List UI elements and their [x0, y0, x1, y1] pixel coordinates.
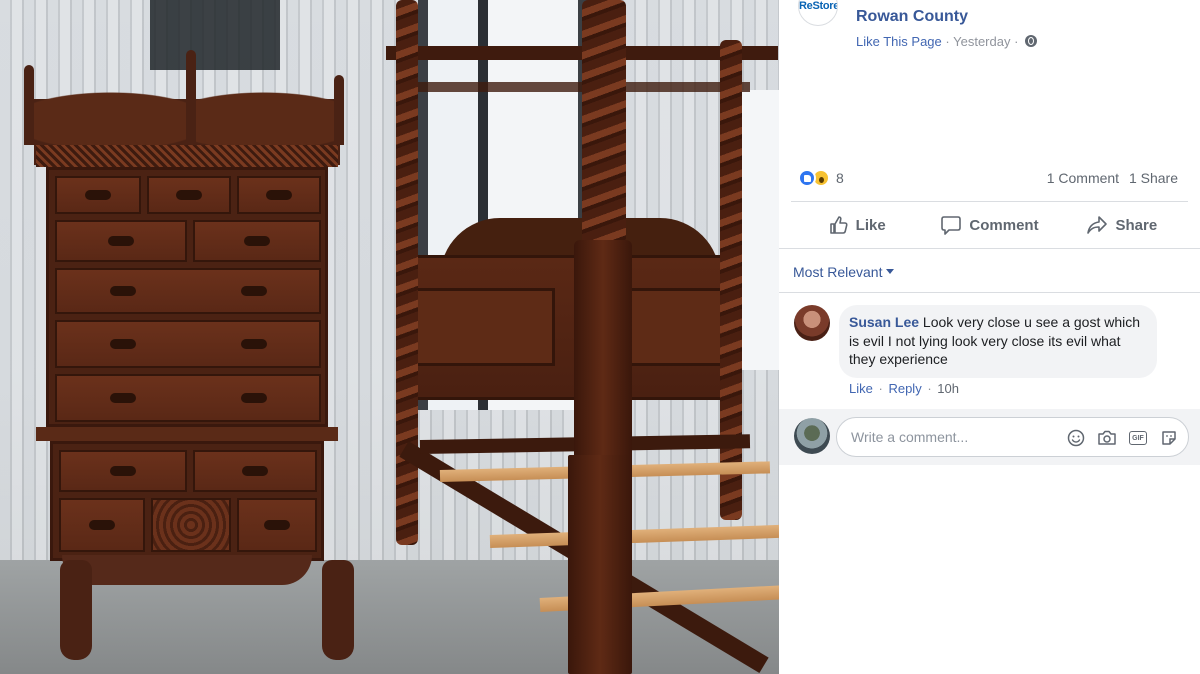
post-photo[interactable] [0, 0, 779, 674]
emoji-icon[interactable] [1065, 427, 1087, 449]
caret-down-icon [886, 269, 895, 274]
like-button[interactable]: Like [791, 202, 923, 248]
drawer [59, 450, 187, 492]
comment-input[interactable]: Write a comment... GIF [836, 417, 1189, 457]
post-timestamp[interactable]: Yesterday [953, 34, 1010, 49]
sort-label: Most Relevant [793, 264, 883, 280]
comment-timestamp[interactable]: 10h [937, 381, 959, 396]
meta-separator: · [945, 34, 950, 49]
share-button-label: Share [1115, 216, 1158, 234]
drawer [147, 176, 231, 214]
drawer [193, 450, 317, 492]
divider [779, 292, 1200, 293]
comment-action-separator: · [927, 381, 932, 396]
comment-like-link[interactable]: Like [849, 381, 873, 396]
engagement-counts: 1 Comment 1 Share [1041, 170, 1178, 186]
bed-post-front-base [568, 455, 632, 674]
finial-left [24, 65, 34, 145]
like-reaction-icon [798, 169, 816, 187]
post-action-bar: Like Comment Share [791, 202, 1188, 248]
restore-logo: ReStore [799, 0, 838, 12]
current-user-avatar[interactable] [794, 418, 830, 454]
drawer [193, 220, 321, 262]
divider [779, 248, 1200, 249]
comment-sort-dropdown[interactable]: Most Relevant [793, 264, 895, 280]
comment-button-label: Comment [969, 216, 1039, 234]
drawer [55, 268, 321, 314]
comment-icon [941, 216, 962, 235]
shares-count-link[interactable]: 1 Share [1129, 170, 1178, 186]
finial-right [334, 75, 344, 145]
highboy-frieze [36, 145, 338, 167]
highboy-apron [62, 555, 312, 585]
bed-post-front-twist [582, 0, 626, 250]
meta-separator: · [1014, 34, 1019, 49]
thumbs-up-icon [829, 216, 848, 234]
comment-reply-link[interactable]: Reply [888, 381, 921, 396]
share-button[interactable]: Share [1056, 202, 1188, 248]
commenter-name[interactable]: Susan Lee [849, 314, 919, 330]
highboy-lower-case [50, 441, 324, 561]
page-name-link[interactable]: Rowan County [856, 8, 968, 26]
headboard [398, 255, 738, 400]
drawer [59, 498, 145, 552]
comment-button[interactable]: Comment [923, 202, 1055, 248]
like-button-label: Like [855, 216, 886, 234]
carved-center-drawer [151, 498, 231, 552]
gif-icon[interactable]: GIF [1127, 427, 1149, 449]
sticker-icon[interactable] [1158, 427, 1180, 449]
highboy-leg [322, 560, 354, 660]
gif-icon-label: GIF [1129, 431, 1147, 445]
comments-count-link[interactable]: 1 Comment [1047, 170, 1119, 186]
comment-bubble: Susan Lee Look very close u see a gost w… [839, 305, 1157, 378]
globe-icon[interactable] [1025, 35, 1038, 47]
headboard-panel [415, 288, 555, 366]
comment-input-placeholder: Write a comment... [851, 429, 969, 445]
share-icon [1087, 216, 1108, 234]
drawer [55, 176, 141, 214]
bed-canopy-rail [410, 82, 750, 92]
drawer [55, 320, 321, 368]
highboy-waist-molding [36, 427, 338, 441]
facebook-post-panel: ReStore Rowan County Like This Page · Ye… [779, 0, 1200, 674]
highboy-leg [60, 560, 92, 660]
like-page-link[interactable]: Like This Page [856, 34, 942, 49]
post-meta: Like This Page · Yesterday · [856, 34, 1038, 49]
highboy-dresser [22, 45, 354, 665]
drawer [237, 498, 317, 552]
bed-post-front-carved [574, 240, 632, 470]
camera-icon[interactable] [1096, 427, 1118, 449]
highboy-upper-case [46, 167, 328, 427]
four-poster-bed [380, 0, 779, 674]
composer-icons: GIF [1065, 427, 1180, 449]
comment-action-separator: · [878, 381, 883, 396]
drawer [55, 374, 321, 422]
finial-center [186, 50, 196, 145]
comment-actions: Like · Reply · 10h [849, 381, 959, 396]
page-avatar[interactable]: ReStore [798, 0, 838, 26]
reaction-count: 8 [836, 170, 844, 186]
reactions-summary[interactable]: 8 [798, 168, 844, 188]
drawer [55, 220, 187, 262]
commenter-avatar[interactable] [794, 305, 830, 341]
drawer [237, 176, 321, 214]
